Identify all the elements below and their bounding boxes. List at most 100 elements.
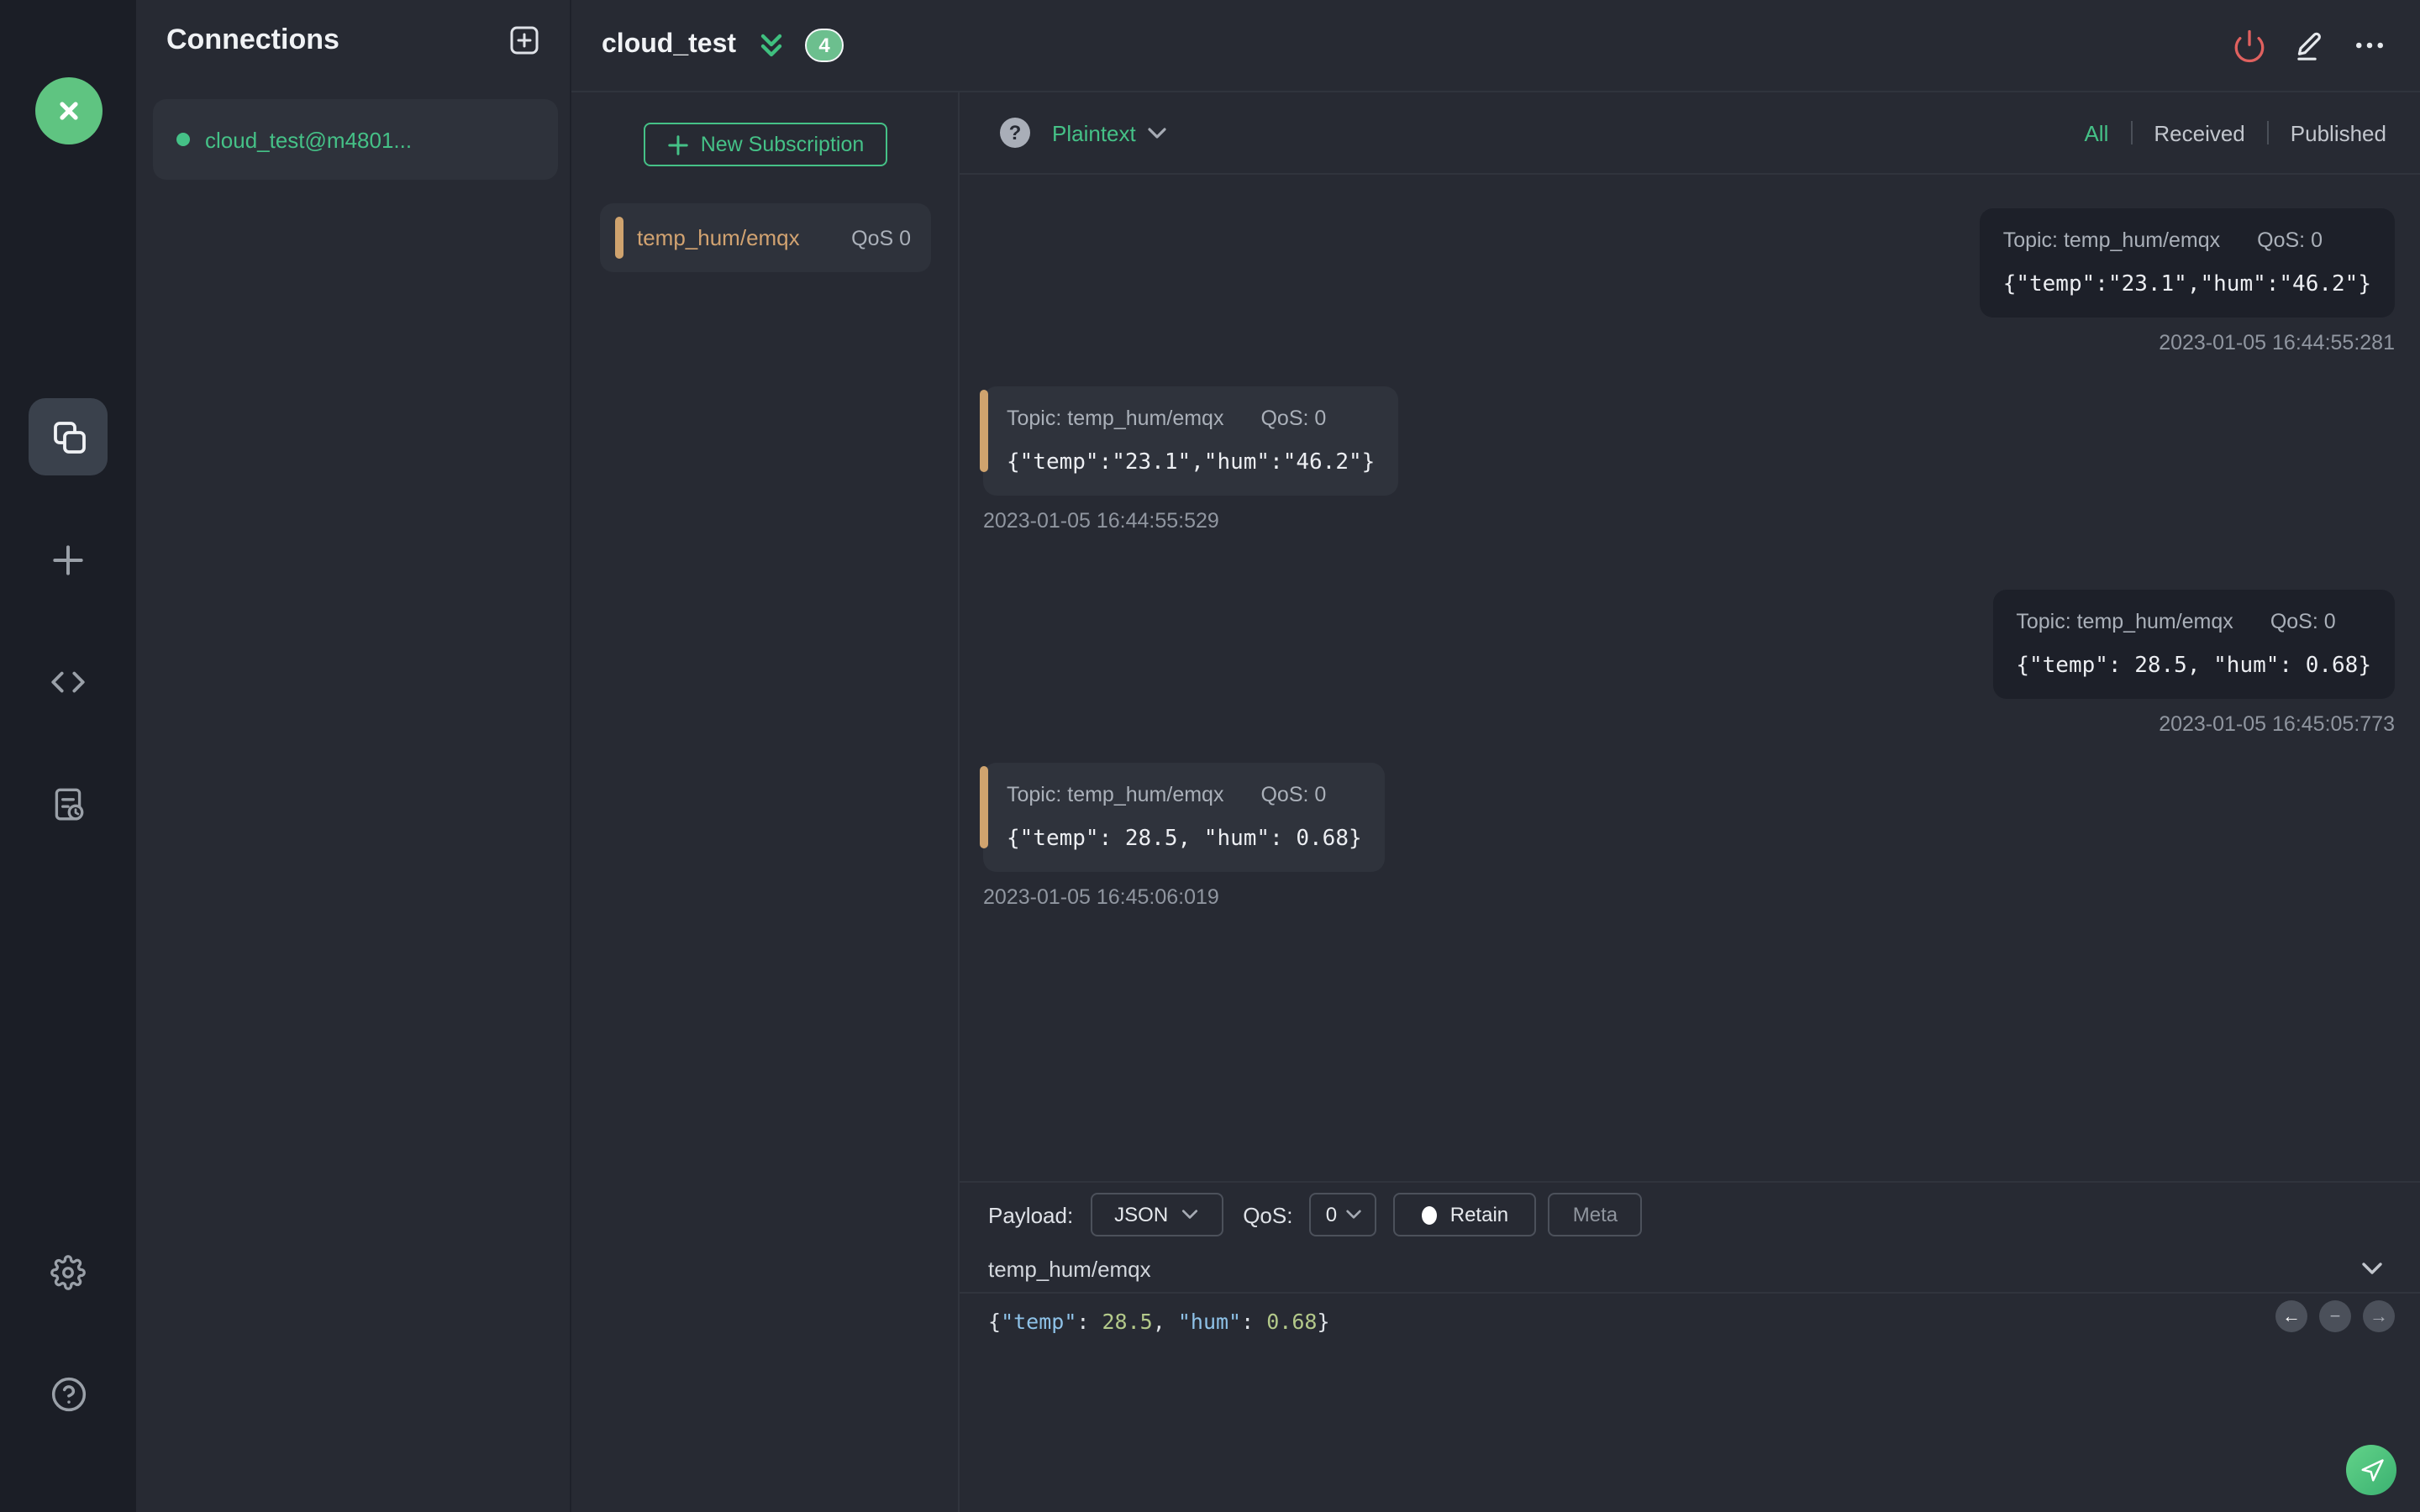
subscription-color-bar <box>980 766 988 849</box>
chevron-down-icon <box>1345 1210 1360 1219</box>
syntax-key: "temp" <box>1001 1309 1077 1334</box>
history-pager: ← − → <box>2275 1300 2395 1332</box>
app-window: Connections cloud_test@m4801... cloud_te… <box>0 0 2420 1512</box>
topic-input-row: temp_hum/emqx <box>960 1245 2420 1294</box>
filter-published[interactable]: Published <box>2291 120 2386 145</box>
disconnect-button[interactable] <box>2230 27 2267 64</box>
payload-label: Payload: <box>988 1202 1074 1227</box>
power-icon <box>2233 29 2264 62</box>
main-area: cloud_test 4 New Subscription temp_hum/e… <box>571 0 2420 1512</box>
unread-badge[interactable]: 4 <box>805 29 844 62</box>
connection-name: cloud_test@m4801... <box>205 127 413 152</box>
message-qos: QoS: 0 <box>1260 783 1327 806</box>
qos-select[interactable]: 0 <box>1309 1193 1377 1236</box>
messages-toolbar: ? Plaintext All Received Published <box>960 92 2420 175</box>
retain-toggle[interactable]: Retain <box>1393 1193 1537 1236</box>
sidebar-item-connections[interactable] <box>29 398 108 475</box>
filter-separator <box>2130 121 2133 144</box>
syntax-brace: { <box>988 1309 1002 1334</box>
payload-format-value: Plaintext <box>1052 120 1136 145</box>
messages-column: ? Plaintext All Received Published Topic… <box>960 92 2420 1512</box>
message-published[interactable]: Topic: temp_hum/emqx QoS: 0 {"temp":"23.… <box>1979 208 2395 354</box>
send-icon <box>2360 1458 2383 1481</box>
connected-status-dot <box>176 133 190 146</box>
message-topic: Topic: temp_hum/emqx <box>1007 783 1224 806</box>
syntax-comma: , <box>1152 1309 1178 1334</box>
page-title: cloud_test <box>602 30 737 59</box>
edit-connection-button[interactable] <box>2291 27 2328 64</box>
syntax-number: 0.68 <box>1266 1309 1318 1334</box>
payload-format-help-icon[interactable]: ? <box>1000 118 1030 148</box>
double-chevron-down-icon <box>760 34 782 57</box>
message-qos: QoS: 0 <box>2270 610 2336 633</box>
mqttx-logo[interactable] <box>34 77 102 144</box>
message-timestamp: 2023-01-05 16:45:05:773 <box>2159 712 2395 736</box>
code-icon <box>51 670 85 692</box>
message-topic: Topic: temp_hum/emqx <box>2002 228 2221 252</box>
sidebar-item-new-connection[interactable] <box>29 521 108 598</box>
publish-panel: Payload: JSON QoS: 0 Retain Meta temp_hu… <box>960 1181 2420 1512</box>
message-filters: All Received Published <box>2084 120 2386 145</box>
send-button[interactable] <box>2346 1445 2396 1495</box>
gear-icon <box>50 1254 86 1289</box>
subscription-item[interactable]: temp_hum/emqx QoS 0 <box>600 203 931 272</box>
ellipsis-icon <box>2356 42 2383 49</box>
sidebar-item-log[interactable] <box>29 764 108 842</box>
connections-title: Connections <box>166 24 339 55</box>
message-timestamp: 2023-01-05 16:44:55:281 <box>2159 331 2395 354</box>
message-qos: QoS: 0 <box>2257 228 2323 252</box>
filter-received[interactable]: Received <box>2154 120 2244 145</box>
retain-label: Retain <box>1449 1203 1509 1226</box>
chevron-down-icon <box>1182 1210 1198 1219</box>
connection-header: cloud_test 4 <box>571 0 2420 92</box>
message-list[interactable]: Topic: temp_hum/emqx QoS: 0 {"temp":"23.… <box>960 175 2420 1181</box>
meta-button[interactable]: Meta <box>1548 1193 1643 1236</box>
payload-type-value: JSON <box>1114 1203 1169 1226</box>
payload-type-select[interactable]: JSON <box>1090 1193 1223 1236</box>
connection-item[interactable]: cloud_test@m4801... <box>153 99 558 180</box>
subscriptions-column: New Subscription temp_hum/emqx QoS 0 <box>571 92 960 1512</box>
message-received[interactable]: Topic: temp_hum/emqx QoS: 0 {"temp":"23.… <box>980 386 1399 533</box>
message-payload: {"temp": 28.5, "hum": 0.68} <box>2016 654 2371 679</box>
syntax-colon: : <box>1241 1309 1267 1334</box>
subscription-qos: QoS 0 <box>851 226 911 249</box>
message-bubble: Topic: temp_hum/emqx QoS: 0 {"temp": 28.… <box>980 763 1386 872</box>
filter-separator <box>2266 121 2269 144</box>
subscription-color-bar <box>615 217 623 259</box>
syntax-number: 28.5 <box>1102 1309 1153 1334</box>
collapse-panel-button[interactable] <box>755 29 788 62</box>
chevron-down-icon <box>1148 127 1166 138</box>
subscription-color-bar <box>980 390 988 473</box>
syntax-brace: } <box>1317 1309 1330 1334</box>
pencil-icon <box>2296 31 2320 60</box>
more-options-button[interactable] <box>2351 27 2388 64</box>
log-icon <box>55 787 84 820</box>
new-subscription-button[interactable]: New Subscription <box>644 123 887 166</box>
connections-icon <box>53 422 85 454</box>
topic-input[interactable]: temp_hum/emqx <box>988 1256 2361 1281</box>
new-subscription-label: New Subscription <box>700 133 865 156</box>
filter-all[interactable]: All <box>2084 120 2108 145</box>
plus-icon <box>53 544 83 575</box>
message-qos: QoS: 0 <box>1260 407 1327 430</box>
payload-format-select[interactable]: Plaintext <box>1052 120 1166 145</box>
add-square-icon <box>510 26 539 55</box>
payload-editor[interactable]: {"temp": 28.5, "hum": 0.68} <box>960 1294 2420 1349</box>
sidebar-item-settings[interactable] <box>29 1233 108 1310</box>
icon-sidebar <box>0 0 136 1512</box>
qos-label: QoS: <box>1243 1202 1293 1227</box>
connections-panel: Connections cloud_test@m4801... <box>136 0 571 1512</box>
sidebar-item-script[interactable] <box>29 642 108 719</box>
message-payload: {"temp": 28.5, "hum": 0.68} <box>1007 827 1362 852</box>
qos-value: 0 <box>1325 1203 1338 1226</box>
sidebar-item-help[interactable] <box>29 1356 108 1433</box>
message-published[interactable]: Topic: temp_hum/emqx QoS: 0 {"temp": 28.… <box>1992 590 2395 736</box>
syntax-key: "hum" <box>1177 1309 1242 1334</box>
collapse-editor-chevron-icon[interactable] <box>2361 1262 2383 1275</box>
add-connection-button[interactable] <box>509 25 539 55</box>
message-payload: {"temp":"23.1","hum":"46.2"} <box>2002 272 2371 297</box>
message-received[interactable]: Topic: temp_hum/emqx QoS: 0 {"temp": 28.… <box>980 763 1386 909</box>
history-prev-button[interactable]: ← <box>2275 1300 2307 1332</box>
history-next-button[interactable]: → <box>2363 1300 2395 1332</box>
editor-collapse-button[interactable]: − <box>2319 1300 2351 1332</box>
